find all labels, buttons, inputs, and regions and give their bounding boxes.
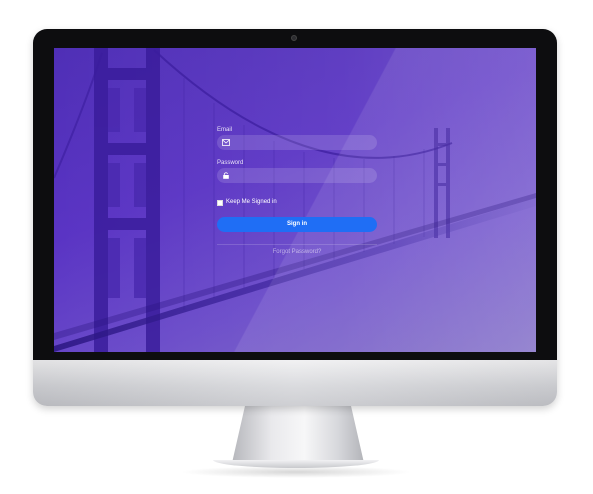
form-divider: [217, 244, 377, 245]
password-label: Password: [217, 160, 244, 166]
login-screen: Email Password Keep Me Signed in Sign in…: [54, 48, 536, 352]
monitor-stand: [232, 405, 364, 463]
lock-icon: [223, 172, 229, 179]
desktop-monitor: Email Password Keep Me Signed in Sign in…: [33, 29, 557, 406]
sign-in-button[interactable]: Sign in: [217, 217, 377, 232]
email-label: Email: [217, 127, 233, 133]
monitor-chin: [33, 360, 557, 406]
monitor-bezel: Email Password Keep Me Signed in Sign in…: [33, 29, 557, 360]
password-field[interactable]: [217, 168, 377, 183]
login-form: Email Password Keep Me Signed in Sign in…: [217, 127, 377, 267]
password-input[interactable]: [233, 168, 373, 183]
email-field[interactable]: [217, 135, 377, 150]
envelope-icon: [222, 139, 230, 146]
webcam-icon: [291, 35, 297, 41]
forgot-password-link[interactable]: Forgot Password?: [217, 249, 377, 255]
keep-signed-in-label: Keep Me Signed in: [226, 199, 277, 205]
email-input[interactable]: [233, 135, 373, 150]
keep-signed-in-checkbox[interactable]: [217, 200, 223, 206]
